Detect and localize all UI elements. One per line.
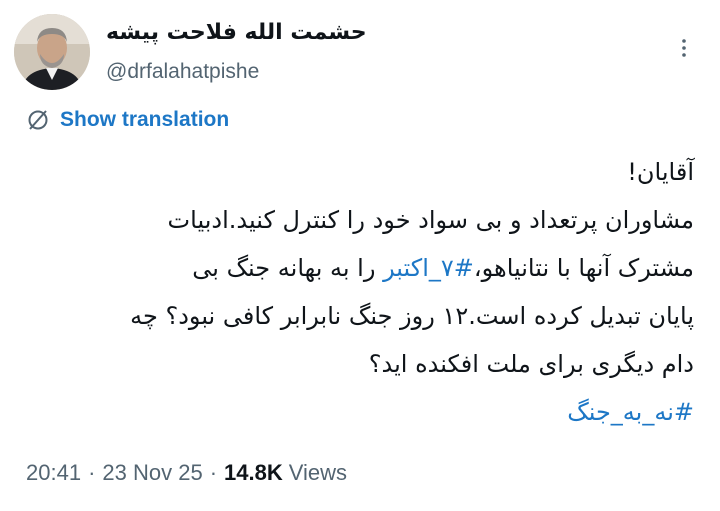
tweet-text-fragment: را به بهانه جنگ بی	[192, 254, 384, 282]
tweet-text: آقایان! مشاوران پرتعداد و بی سواد خود را…	[14, 148, 694, 436]
tweet-date[interactable]: 23 Nov 25	[102, 460, 202, 486]
views-label: Views	[288, 460, 348, 485]
hashtag-link[interactable]: #نه_به_جنگ	[567, 398, 694, 426]
separator-dot: ·	[209, 460, 218, 485]
views-count: 14.8K	[224, 460, 283, 485]
tweet-line: پایان تبدیل کرده است.۱۲ روز جنگ نابرابر …	[130, 302, 694, 330]
show-translation-button[interactable]: Show translation	[26, 106, 229, 134]
show-translation-label: Show translation	[60, 108, 230, 131]
hashtag-link[interactable]: #۷_اکتبر	[383, 254, 474, 282]
author-handle[interactable]: @drfalahatpishe	[106, 60, 259, 84]
tweet-text-fragment: مشترک آنها با نتانیاهو،	[473, 254, 694, 282]
tweet-line: مشاوران پرتعداد و بی سواد خود را کنترل ک…	[167, 206, 694, 234]
separator-dot: ·	[88, 460, 96, 485]
avatar[interactable]	[14, 14, 90, 90]
tweet-meta: 20:41 · 23 Nov 25 · 14.8K Views	[26, 460, 347, 486]
tweet-line: #نه_به_جنگ	[14, 388, 694, 436]
tweet-line: مشترک آنها با نتانیاهو،#۷_اکتبر را به به…	[14, 244, 694, 292]
author-display-name[interactable]: حشمت الله فلاحت پیشه	[106, 20, 367, 45]
tweet-line: دام دیگری برای ملت افکنده اید؟	[368, 350, 694, 378]
translate-icon	[28, 110, 48, 130]
avatar-photo	[14, 14, 90, 90]
tweet-time[interactable]: 20:41	[26, 460, 81, 486]
tweet-line: آقایان!	[627, 158, 694, 186]
more-icon	[682, 39, 686, 57]
more-options-button[interactable]	[672, 36, 696, 60]
